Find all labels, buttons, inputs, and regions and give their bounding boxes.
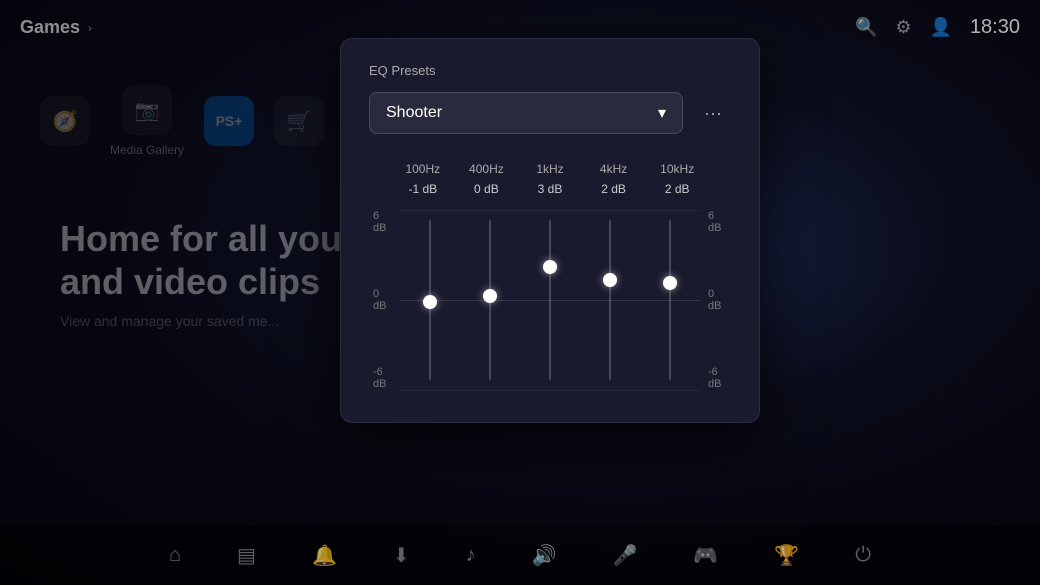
db-value-10khz: 2 dB xyxy=(647,182,707,196)
right-label-bot: -6 dB xyxy=(708,366,727,390)
freq-label-100hz: 100Hz xyxy=(393,162,453,176)
eq-dropdown-row: Shooter ▾ ··· xyxy=(369,92,731,134)
eq-right-labels: 6 dB 0 dB -6 dB xyxy=(704,210,731,390)
slider-400hz[interactable] xyxy=(460,210,520,390)
slider-track-1khz xyxy=(549,220,551,380)
left-label-top: 6 dB xyxy=(373,210,392,234)
freq-label-1khz: 1kHz xyxy=(520,162,580,176)
freq-label-4khz: 4kHz xyxy=(584,162,644,176)
slider-4khz[interactable] xyxy=(580,210,640,390)
eq-preset-value: Shooter xyxy=(386,104,442,122)
eq-db-values: -1 dB 0 dB 3 dB 2 dB 2 dB xyxy=(369,182,731,196)
slider-track-10khz xyxy=(669,220,671,380)
slider-100hz[interactable] xyxy=(400,210,460,390)
slider-thumb-4khz[interactable] xyxy=(603,273,617,287)
eq-modal-title: EQ Presets xyxy=(369,63,731,78)
db-value-1khz: 3 dB xyxy=(520,182,580,196)
eq-modal: EQ Presets Shooter ▾ ··· 100Hz 400Hz 1kH… xyxy=(340,38,760,423)
slider-track-4khz xyxy=(609,220,611,380)
freq-label-10khz: 10kHz xyxy=(647,162,707,176)
db-value-100hz: -1 dB xyxy=(393,182,453,196)
eq-freq-labels: 100Hz 400Hz 1kHz 4kHz 10kHz xyxy=(369,162,731,176)
db-value-4khz: 2 dB xyxy=(584,182,644,196)
slider-track-400hz xyxy=(489,220,491,380)
eq-preset-dropdown[interactable]: Shooter ▾ xyxy=(369,92,683,134)
right-label-mid: 0 dB xyxy=(708,288,727,312)
right-label-top: 6 dB xyxy=(708,210,727,234)
slider-track-100hz xyxy=(429,220,431,380)
slider-thumb-100hz[interactable] xyxy=(423,295,437,309)
more-icon: ··· xyxy=(704,103,722,124)
slider-10khz[interactable] xyxy=(640,210,700,390)
slider-thumb-400hz[interactable] xyxy=(483,289,497,303)
slider-thumb-10khz[interactable] xyxy=(663,276,677,290)
eq-sliders-section: 6 dB 0 dB -6 dB xyxy=(369,210,731,390)
eq-sliders-inner xyxy=(400,210,700,390)
left-label-bot: -6 dB xyxy=(373,366,392,390)
chevron-down-icon: ▾ xyxy=(658,103,666,123)
slider-1khz[interactable] xyxy=(520,210,580,390)
eq-left-labels: 6 dB 0 dB -6 dB xyxy=(369,210,396,390)
left-label-mid: 0 dB xyxy=(373,288,392,312)
db-value-400hz: 0 dB xyxy=(456,182,516,196)
freq-label-400hz: 400Hz xyxy=(456,162,516,176)
eq-more-button[interactable]: ··· xyxy=(695,95,731,131)
slider-thumb-1khz[interactable] xyxy=(543,260,557,274)
